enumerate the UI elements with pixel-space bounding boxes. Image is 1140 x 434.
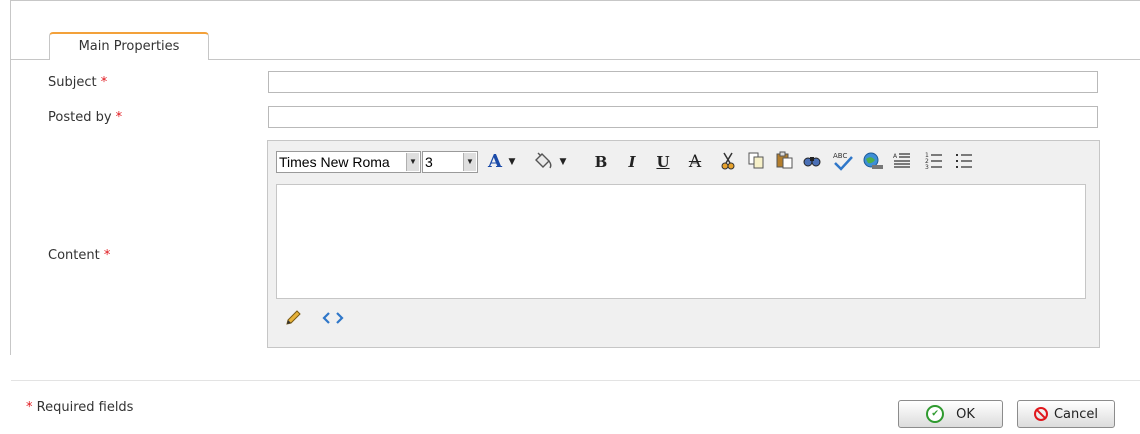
chevron-down-icon: ▼ bbox=[406, 153, 419, 171]
pencil-icon[interactable] bbox=[284, 309, 302, 331]
cancel-button[interactable]: Cancel bbox=[1017, 400, 1115, 428]
content-edit-area[interactable] bbox=[276, 184, 1086, 299]
font-color-dropdown-icon[interactable]: ▼ bbox=[506, 151, 518, 173]
tab-main-properties[interactable]: Main Properties bbox=[49, 32, 209, 60]
justify-icon[interactable]: A bbox=[890, 151, 914, 173]
posted-by-input[interactable] bbox=[268, 106, 1098, 128]
spellcheck-icon[interactable]: ABC bbox=[829, 151, 857, 173]
svg-text:3: 3 bbox=[925, 164, 929, 169]
checkmark-icon: ✔ bbox=[926, 405, 945, 423]
editor-toolbar: Times New Roma ▼ 3 ▼ A ▼ ▼ B I U A ABC A… bbox=[276, 151, 1086, 181]
html-source-icon[interactable] bbox=[322, 309, 344, 331]
highlight-color-icon[interactable] bbox=[530, 151, 556, 173]
required-mark: * bbox=[26, 400, 33, 415]
italic-button[interactable]: I bbox=[621, 151, 643, 173]
ok-button[interactable]: ✔ OK bbox=[898, 400, 1003, 428]
find-icon[interactable] bbox=[800, 151, 824, 173]
required-mark: * bbox=[103, 248, 111, 263]
paste-icon[interactable] bbox=[772, 151, 796, 173]
font-name-select[interactable]: Times New Roma ▼ bbox=[276, 151, 421, 173]
highlight-dropdown-icon[interactable]: ▼ bbox=[557, 151, 569, 173]
numbered-list-icon[interactable]: 123 bbox=[922, 151, 946, 173]
cancel-icon bbox=[1033, 407, 1048, 421]
cut-icon[interactable] bbox=[716, 151, 740, 173]
posted-by-label: Posted by * bbox=[48, 110, 123, 125]
font-size-select[interactable]: 3 ▼ bbox=[422, 151, 478, 173]
content-editor: Times New Roma ▼ 3 ▼ A ▼ ▼ B I U A ABC A… bbox=[267, 140, 1100, 348]
chevron-down-icon: ▼ bbox=[463, 153, 476, 171]
strikethrough-button[interactable]: A bbox=[683, 151, 707, 173]
copy-icon[interactable] bbox=[744, 151, 768, 173]
subject-label: Subject * bbox=[48, 75, 108, 90]
font-color-button[interactable]: A bbox=[484, 151, 506, 173]
underline-button[interactable]: U bbox=[652, 151, 674, 173]
svg-text:A: A bbox=[893, 153, 898, 160]
tab-label: Main Properties bbox=[78, 39, 180, 54]
content-label: Content * bbox=[48, 248, 111, 263]
footer-divider bbox=[11, 380, 1140, 381]
required-mark: * bbox=[100, 75, 108, 90]
globe-link-icon[interactable] bbox=[860, 151, 886, 173]
panel-border-left bbox=[10, 0, 11, 355]
svg-text:ABC: ABC bbox=[833, 152, 847, 160]
panel-border-top bbox=[10, 0, 1140, 1]
subject-input[interactable] bbox=[268, 71, 1098, 93]
required-mark: * bbox=[115, 110, 123, 125]
required-fields-note: * Required fields bbox=[26, 400, 134, 415]
bold-button[interactable]: B bbox=[590, 151, 612, 173]
bulleted-list-icon[interactable] bbox=[952, 151, 976, 173]
